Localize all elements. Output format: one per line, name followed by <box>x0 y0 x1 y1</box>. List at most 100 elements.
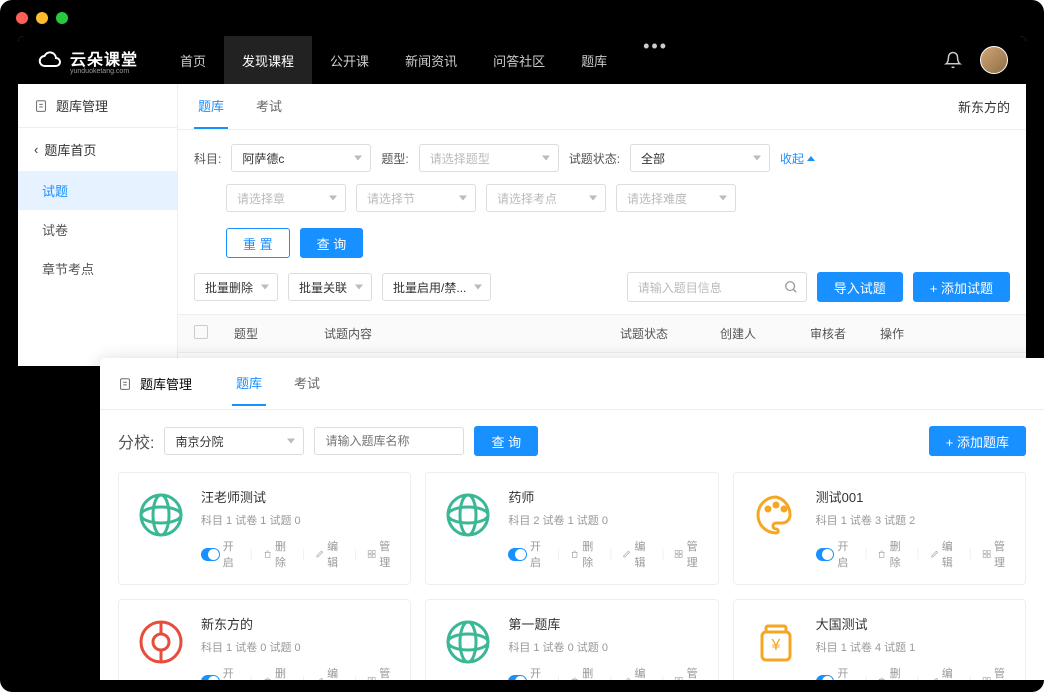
maximize-window-button[interactable] <box>56 12 68 24</box>
card-body: 测试001 科目 1 试卷 3 试题 2 开启 | 删除 | 编辑 | 管理 <box>816 487 1011 570</box>
card-delete[interactable]: 删除 <box>263 538 292 570</box>
select-all-checkbox[interactable] <box>194 325 208 339</box>
batch-toggle-select[interactable]: 批量启用/禁... <box>382 273 491 301</box>
search-input[interactable]: 请输入题目信息 <box>627 272 807 302</box>
traffic-lights <box>0 0 1044 36</box>
card-delete[interactable]: 删除 <box>263 665 292 680</box>
tab-bank[interactable]: 题库 <box>194 84 228 129</box>
card-edit[interactable]: 编辑 <box>315 538 344 570</box>
nav-discover[interactable]: 发现课程 <box>224 36 312 84</box>
nav-more[interactable]: ••• <box>625 36 686 84</box>
branch-select[interactable]: 南京分院 <box>164 427 304 455</box>
header-type: 题型 <box>234 325 324 342</box>
card-edit[interactable]: 编辑 <box>622 538 651 570</box>
grid-icon <box>982 548 991 560</box>
card-manage[interactable]: 管理 <box>674 538 703 570</box>
bank-card[interactable]: 汪老师测试 科目 1 试卷 1 试题 0 开启 | 删除 | 编辑 | 管理 <box>118 472 411 585</box>
card-delete[interactable]: 删除 <box>877 538 906 570</box>
card-title: 测试001 <box>816 487 1011 506</box>
query-button[interactable]: 查 询 <box>300 228 364 258</box>
card-manage[interactable]: 管理 <box>367 665 396 680</box>
card-title: 新东方的 <box>201 614 396 633</box>
card-edit[interactable]: 编辑 <box>315 665 344 680</box>
nav-qa[interactable]: 问答社区 <box>475 36 563 84</box>
point-select[interactable]: 请选择考点 <box>486 184 606 212</box>
reset-button[interactable]: 重 置 <box>226 228 290 258</box>
subject-select[interactable]: 阿萨德c <box>231 144 371 172</box>
card-manage[interactable]: 管理 <box>674 665 703 680</box>
add-question-button[interactable]: + 添加试题 <box>913 272 1010 302</box>
close-window-button[interactable] <box>16 12 28 24</box>
edit-icon <box>622 548 631 560</box>
card-toggle[interactable]: 开启 <box>201 538 240 570</box>
w2-query-button[interactable]: 查 询 <box>474 426 538 456</box>
sidebar-item-questions[interactable]: 试题 <box>18 171 177 210</box>
card-edit[interactable]: 编辑 <box>622 665 651 680</box>
nav-news[interactable]: 新闻资讯 <box>387 36 475 84</box>
card-edit[interactable]: 编辑 <box>930 665 959 680</box>
main-tabs: 题库 考试 新东方的 <box>178 84 1026 130</box>
window-bank-list: 题库管理 题库 考试 分校: 南京分院 查 询 + 添加题库 汪老师测试 科目 … <box>100 358 1044 680</box>
card-toggle[interactable]: 开启 <box>201 665 240 680</box>
card-toggle[interactable]: 开启 <box>816 538 855 570</box>
sidebar-title: 题库管理 <box>18 84 177 128</box>
card-delete[interactable]: 删除 <box>570 538 599 570</box>
minimize-window-button[interactable] <box>36 12 48 24</box>
difficulty-select[interactable]: 请选择难度 <box>616 184 736 212</box>
batch-link-select[interactable]: 批量关联 <box>288 273 372 301</box>
type-select[interactable]: 请选择题型 <box>419 144 559 172</box>
filter-row-2: 请选择章 请选择节 请选择考点 请选择难度 <box>178 178 1026 218</box>
sidebar-back[interactable]: ‹ 题库首页 <box>18 128 177 171</box>
org-name: 新东方的 <box>958 84 1010 129</box>
edit-icon <box>930 675 939 680</box>
card-delete[interactable]: 删除 <box>570 665 599 680</box>
toggle-icon <box>508 548 527 561</box>
nav-public[interactable]: 公开课 <box>312 36 387 84</box>
card-manage[interactable]: 管理 <box>367 538 396 570</box>
card-toggle[interactable]: 开启 <box>508 665 547 680</box>
nav-home[interactable]: 首页 <box>162 36 224 84</box>
bank-card[interactable]: 新东方的 科目 1 试卷 0 试题 0 开启 | 删除 | 编辑 | 管理 <box>118 599 411 680</box>
bank-card[interactable]: 第一题库 科目 1 试卷 0 试题 0 开启 | 删除 | 编辑 | 管理 <box>425 599 718 680</box>
w2-tab-exam[interactable]: 考试 <box>290 361 324 406</box>
document-icon <box>118 377 132 391</box>
card-edit[interactable]: 编辑 <box>930 538 959 570</box>
sidebar-item-papers[interactable]: 试卷 <box>18 210 177 249</box>
toggle-icon <box>816 548 835 561</box>
toolbar: 批量删除 批量关联 批量启用/禁... 请输入题目信息 导入试题 + 添加试题 <box>178 272 1026 314</box>
add-bank-button[interactable]: + 添加题库 <box>929 426 1026 456</box>
nav-bank[interactable]: 题库 <box>563 36 625 84</box>
globe-icon <box>444 491 492 539</box>
collapse-toggle[interactable]: 收起 <box>780 150 815 167</box>
bank-card[interactable]: 测试001 科目 1 试卷 3 试题 2 开启 | 删除 | 编辑 | 管理 <box>733 472 1026 585</box>
batch-delete-button[interactable]: 批量删除 <box>194 273 278 301</box>
card-body: 药师 科目 2 试卷 1 试题 0 开启 | 删除 | 编辑 | 管理 <box>508 487 703 570</box>
tab-exam[interactable]: 考试 <box>252 84 286 129</box>
w2-tab-bank[interactable]: 题库 <box>232 361 266 406</box>
card-toggle[interactable]: 开启 <box>816 665 855 680</box>
logo[interactable]: 云朵课堂 yunduoketang.com <box>36 46 138 75</box>
bank-card[interactable]: 药师 科目 2 试卷 1 试题 0 开启 | 删除 | 编辑 | 管理 <box>425 472 718 585</box>
chapter-select[interactable]: 请选择章 <box>226 184 346 212</box>
status-select[interactable]: 全部 <box>630 144 770 172</box>
bell-icon[interactable] <box>944 51 962 69</box>
edit-icon <box>315 548 324 560</box>
bank-search-input[interactable] <box>314 427 464 455</box>
card-delete[interactable]: 删除 <box>877 665 906 680</box>
section-select[interactable]: 请选择节 <box>356 184 476 212</box>
trash-icon <box>570 548 579 560</box>
card-actions: 开启 | 删除 | 编辑 | 管理 <box>508 538 703 570</box>
bank-card[interactable]: ¥ 大国测试 科目 1 试卷 4 试题 1 开启 | 删除 | 编辑 | 管理 <box>733 599 1026 680</box>
header-actions: 操作 <box>880 325 1010 342</box>
main-panel: 题库 考试 新东方的 科目: 阿萨德c 题型: 请选择题型 试题状态: 全部 收… <box>178 84 1026 366</box>
card-manage[interactable]: 管理 <box>982 538 1011 570</box>
top-nav: 云朵课堂 yunduoketang.com 首页 发现课程 公开课 新闻资讯 问… <box>18 36 1026 84</box>
card-manage[interactable]: 管理 <box>982 665 1011 680</box>
w2-filter: 分校: 南京分院 查 询 + 添加题库 <box>100 410 1044 472</box>
card-toggle[interactable]: 开启 <box>508 538 547 570</box>
header-status: 试题状态 <box>620 325 720 342</box>
avatar[interactable] <box>980 46 1008 74</box>
sidebar-item-chapters[interactable]: 章节考点 <box>18 249 177 288</box>
import-button[interactable]: 导入试题 <box>817 272 903 302</box>
header-content: 试题内容 <box>324 325 620 342</box>
